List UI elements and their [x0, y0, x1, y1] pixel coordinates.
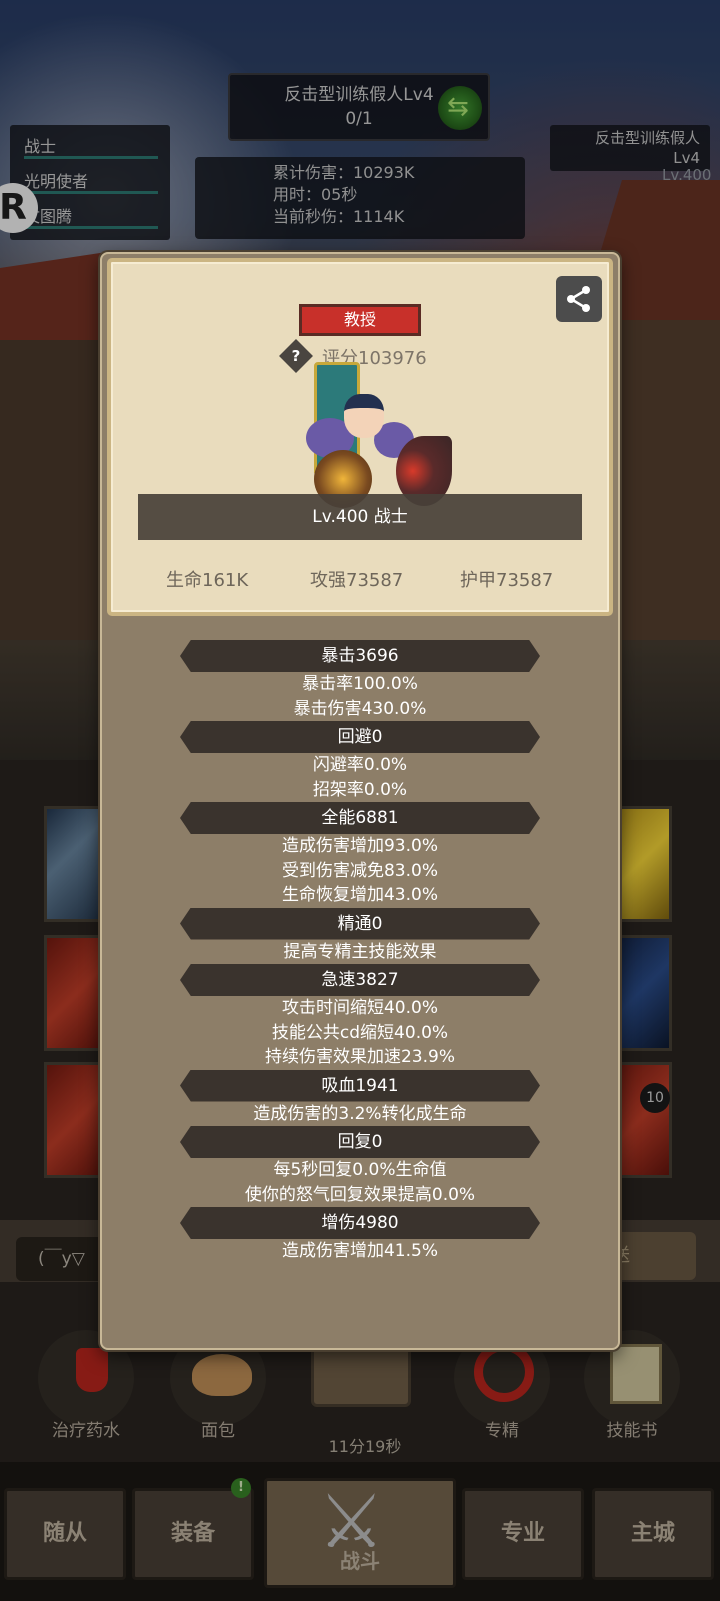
stat-group: 吸血1941 造成伤害的3.2%转化成生命 [100, 1069, 620, 1127]
stat-group-header: 精通0 [180, 907, 540, 940]
stat-groups: 暴击3696 暴击率100.0% 暴击伤害430.0% 回避0 闪避率0.0% 招架率0.… [100, 640, 620, 1264]
stat-group-header: 吸血1941 [180, 1069, 540, 1102]
stat-line: 造成伤害的3.2%转化成生命 [253, 1103, 467, 1124]
stat-group-header: 全能6881 [180, 802, 540, 834]
hero-head [344, 394, 384, 438]
stat-line: 暴击率100.0% [302, 674, 418, 694]
stat-group-header: 暴击3696 [180, 640, 540, 672]
stat-group-header: 回复0 [180, 1126, 540, 1158]
armor-stat: 护甲73587 [460, 570, 554, 591]
stat-line: 提高专精主技能效果 [283, 941, 437, 962]
stat-line: 造成伤害增加93.0% [281, 836, 438, 856]
hp-stat: 生命161K [166, 570, 249, 591]
stat-group-header: 回避0 [180, 721, 540, 753]
stat-line: 招架率0.0% [312, 779, 408, 800]
stat-group-header: 急速3827 [180, 964, 540, 996]
stat-line: 每5秒回复0.0%生命值 [273, 1160, 447, 1180]
stat-line: 闪避率0.0% [312, 755, 408, 775]
stat-line: 持续伤害效果加速23.9% [264, 1047, 455, 1067]
stat-group: 回复0 每5秒回复0.0%生命值使你的怒气回复效果提高0.0% [100, 1126, 620, 1207]
stat-line: 受到伤害减免83.0% [281, 860, 438, 881]
hero-portrait [300, 354, 460, 508]
stat-line: 攻击时间缩短40.0% [281, 998, 438, 1018]
stat-group: 回避0 闪避率0.0% 招架率0.0% [100, 721, 620, 802]
stat-group: 急速3827 攻击时间缩短40.0% 技能公共cd缩短40.0% 持续伤害效果加速23… [100, 964, 620, 1070]
stat-group: 全能6881 造成伤害增加93.0% 受到伤害减免83.0% 生命恢复增加43.0% [100, 802, 620, 908]
stat-group-header: 增伤4980 [180, 1207, 540, 1239]
share-icon [567, 286, 590, 312]
attack-stat: 攻强73587 [310, 570, 404, 591]
title-badge: 教授 [299, 304, 421, 336]
level-class-bar: Lv.400 战士 [138, 494, 582, 540]
stat-group: 暴击3696 暴击率100.0% 暴击伤害430.0% [100, 640, 620, 721]
stat-group: 精通0 提高专精主技能效果 [100, 907, 620, 965]
stat-line: 技能公共cd缩短40.0% [271, 1022, 449, 1043]
stat-line: 生命恢复增加43.0% [281, 885, 438, 905]
stat-line: 暴击伤害430.0% [293, 698, 427, 719]
share-button[interactable] [556, 276, 602, 322]
stat-group: 增伤4980 造成伤害增加41.5% [100, 1207, 620, 1264]
stat-line: 使你的怒气回复效果提高0.0% [244, 1184, 476, 1205]
stat-line: 造成伤害增加41.5% [281, 1241, 438, 1261]
